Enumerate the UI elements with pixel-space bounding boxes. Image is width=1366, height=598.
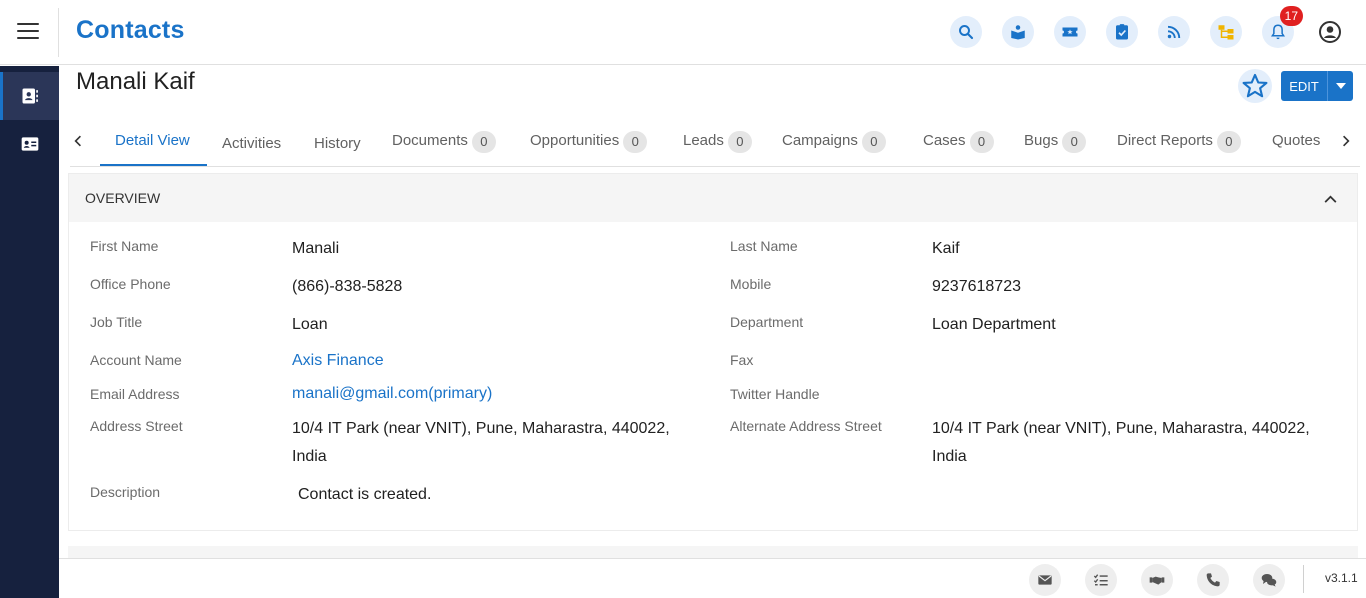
- edit-button[interactable]: EDIT: [1281, 71, 1353, 101]
- user-account-icon[interactable]: [1314, 16, 1346, 48]
- header-actions: 17: [950, 6, 1346, 48]
- bell-icon[interactable]: 17: [1262, 6, 1303, 48]
- record-title: Manali Kaif: [76, 68, 195, 95]
- office-phone-label: Office Phone: [90, 276, 171, 292]
- email-address-link[interactable]: manali@gmail.com(primary): [292, 380, 492, 408]
- tab-activities[interactable]: Activities: [222, 135, 281, 169]
- tab-count-badge: 0: [1216, 131, 1241, 153]
- last-name-label: Last Name: [730, 238, 798, 254]
- divider: [58, 8, 59, 57]
- meeting-handshake-icon[interactable]: [1141, 564, 1173, 596]
- address-street-label: Address Street: [90, 418, 183, 434]
- tab-count-badge: 0: [471, 131, 496, 153]
- tab-count-badge: 0: [727, 131, 752, 153]
- edit-button-label: EDIT: [1289, 78, 1319, 94]
- tab-count-badge: 0: [1062, 131, 1087, 153]
- first-name-value: Manali: [292, 240, 340, 257]
- email-icon[interactable]: [1029, 564, 1061, 596]
- tabs-scroll-left-icon[interactable]: [74, 134, 82, 153]
- tab-campaigns[interactable]: Campaigns 0: [782, 131, 886, 166]
- department-value: Loan Department: [932, 316, 1056, 333]
- favorite-star-button[interactable]: [1238, 69, 1272, 103]
- department-label: Department: [730, 314, 804, 330]
- mobile-value: 9237618723: [932, 278, 1021, 295]
- account-name-label: Account Name: [90, 352, 182, 368]
- mobile-label: Mobile: [730, 276, 772, 292]
- module-title[interactable]: Contacts: [76, 16, 185, 45]
- tab-label: Activities: [222, 135, 282, 152]
- tab-leads[interactable]: Leads 0: [683, 131, 752, 166]
- tab-label: Direct Reports: [1117, 132, 1213, 149]
- tab-label: Cases: [923, 132, 966, 149]
- rss-icon[interactable]: [1158, 16, 1190, 48]
- address-street-line2: India: [292, 448, 327, 465]
- tab-cases[interactable]: Cases 0: [923, 131, 994, 166]
- tab-label: Bugs: [1024, 132, 1059, 149]
- tab-label: Opportunities: [530, 132, 620, 149]
- star-icon: [1242, 73, 1268, 98]
- tab-label: History: [314, 135, 361, 152]
- last-name-value: Kaif: [932, 240, 960, 257]
- tab-detail-view[interactable]: Detail View: [100, 132, 207, 166]
- quick-actions: [1029, 564, 1285, 596]
- tabs-scroll-right-icon[interactable]: [1342, 134, 1350, 153]
- top-bar: Contacts 17: [0, 0, 1366, 65]
- task-check-icon[interactable]: [1106, 16, 1138, 48]
- chat-icon[interactable]: [1253, 564, 1285, 596]
- tab-history[interactable]: History: [314, 135, 361, 169]
- tab-quotes[interactable]: Quotes: [1272, 132, 1320, 166]
- alternate-address-street-line2: India: [932, 448, 967, 465]
- overview-panel-header[interactable]: OVERVIEW: [69, 174, 1357, 222]
- tab-label: Campaigns: [782, 132, 858, 149]
- tab-count-badge: 0: [623, 131, 648, 153]
- alternate-address-street-label: Alternate Address Street: [730, 418, 882, 434]
- hamburger-menu-icon[interactable]: [17, 23, 39, 41]
- sitemap-icon[interactable]: [1210, 16, 1242, 48]
- description-value: Contact is created.: [298, 486, 432, 503]
- first-name-label: First Name: [90, 238, 159, 254]
- app-version: v3.1.1: [1325, 571, 1358, 585]
- email-address-label: Email Address: [90, 386, 180, 402]
- address-street-line1: 10/4 IT Park (near VNIT), Pune, Maharast…: [292, 420, 670, 437]
- search-icon[interactable]: [950, 16, 982, 48]
- tasks-list-icon[interactable]: [1085, 564, 1117, 596]
- id-card-icon: [21, 137, 38, 151]
- bottom-toolbar: v3.1.1: [59, 558, 1366, 598]
- contact-card-icon: [22, 88, 38, 104]
- sidebar-item-contacts[interactable]: [0, 72, 59, 120]
- book-icon[interactable]: [1002, 16, 1034, 48]
- caret-down-icon[interactable]: [1328, 83, 1353, 89]
- tab-label: Detail View: [115, 132, 190, 149]
- tab-opportunities[interactable]: Opportunities 0: [530, 131, 648, 166]
- alternate-address-street-line1: 10/4 IT Park (near VNIT), Pune, Maharast…: [932, 420, 1310, 437]
- tab-count-badge: 0: [969, 131, 994, 153]
- job-title-value: Loan: [292, 316, 328, 333]
- tab-label: Documents: [392, 132, 468, 149]
- chevron-up-icon[interactable]: [1324, 190, 1337, 206]
- account-name-link[interactable]: Axis Finance: [292, 347, 384, 375]
- description-label: Description: [90, 484, 161, 500]
- tab-documents[interactable]: Documents 0: [392, 131, 496, 166]
- tab-direct-reports[interactable]: Direct Reports 0: [1117, 131, 1241, 166]
- panel-title: OVERVIEW: [85, 190, 161, 206]
- ticket-icon[interactable]: [1054, 16, 1086, 48]
- subpanel-tabs: Detail View Activities History Documents…: [70, 122, 1360, 167]
- tab-count-badge: 0: [861, 131, 886, 153]
- tab-label: Leads: [683, 132, 724, 149]
- tab-label: Quotes: [1272, 132, 1321, 149]
- left-sidebar: [0, 66, 59, 598]
- twitter-handle-label: Twitter Handle: [730, 386, 820, 402]
- tab-bugs[interactable]: Bugs 0: [1024, 131, 1087, 166]
- fax-label: Fax: [730, 352, 754, 368]
- notification-count-badge: 17: [1279, 6, 1303, 26]
- job-title-label: Job Title: [90, 314, 143, 330]
- overview-panel: OVERVIEW First Name Manali Office Phone …: [68, 173, 1358, 531]
- divider: [1303, 565, 1304, 593]
- phone-icon[interactable]: [1197, 564, 1229, 596]
- sidebar-item-id-card[interactable]: [0, 120, 59, 168]
- office-phone-value: (866)-838-5828: [292, 278, 403, 295]
